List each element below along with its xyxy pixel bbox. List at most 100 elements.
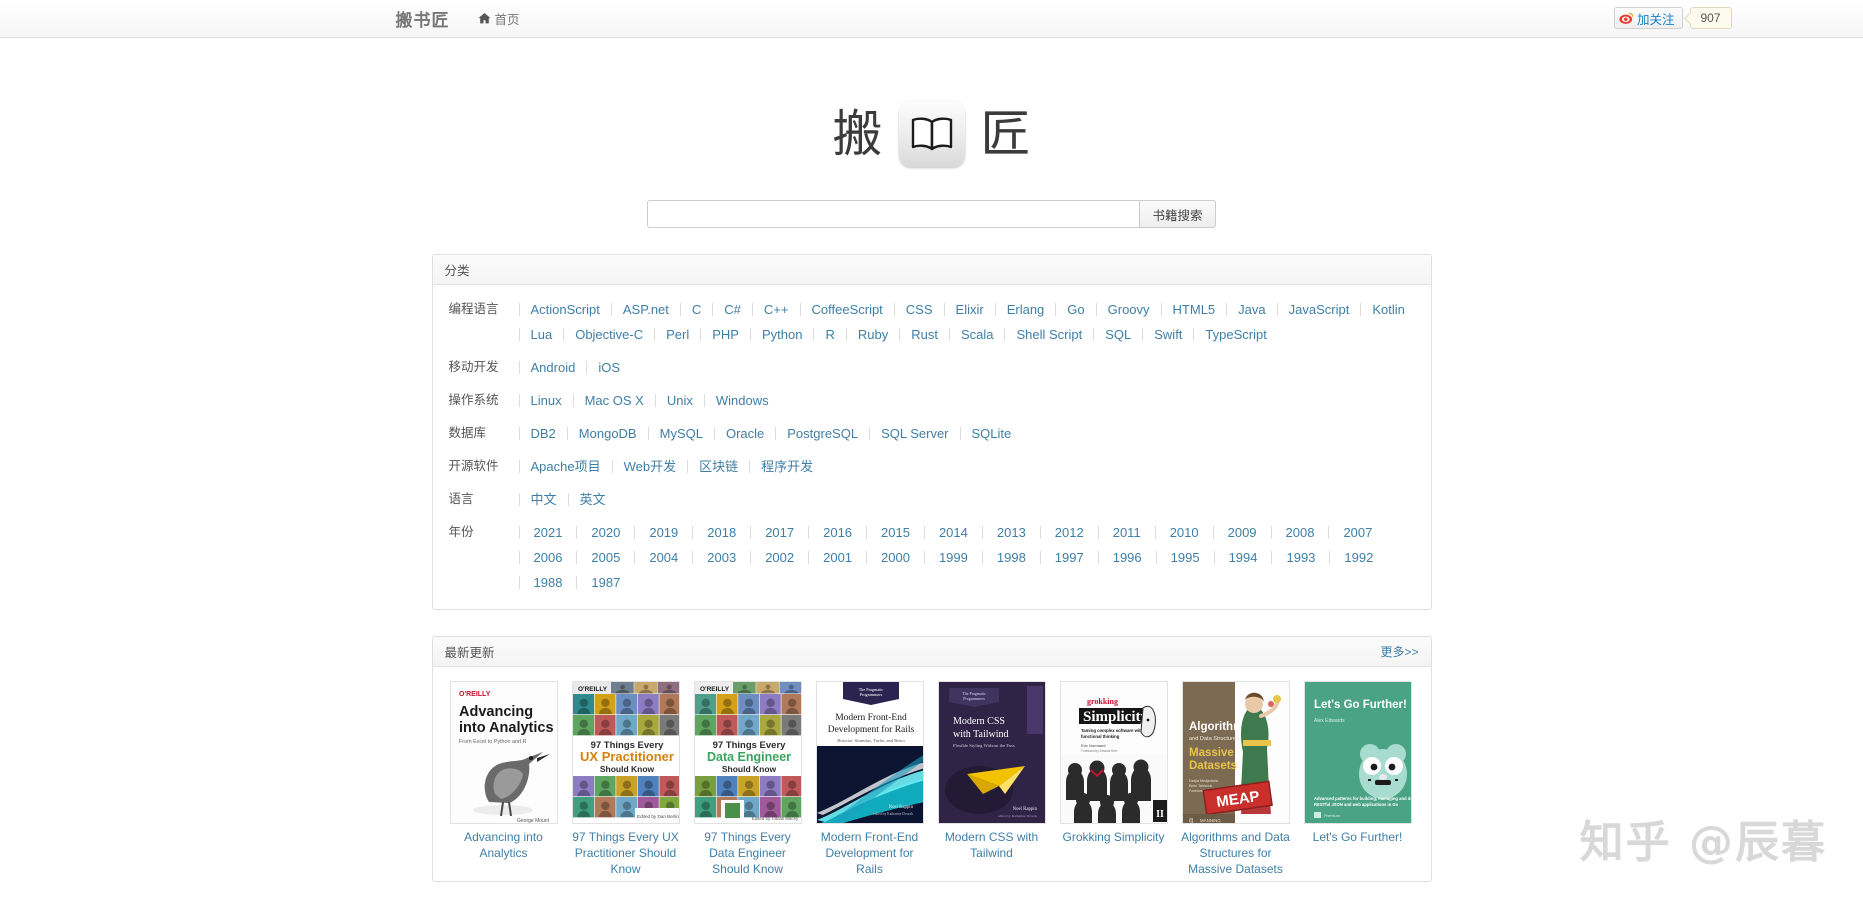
category-item: Lua xyxy=(519,322,564,347)
category-link[interactable]: 2008 xyxy=(1272,520,1329,545)
category-link[interactable]: 2000 xyxy=(867,545,924,570)
nav-item-home[interactable]: 首页 xyxy=(478,9,520,28)
category-link[interactable]: 2017 xyxy=(751,520,808,545)
category-link[interactable]: PHP xyxy=(701,322,750,347)
svg-text:Modern Front-End: Modern Front-End xyxy=(835,713,907,723)
book-item[interactable]: The PragmaticProgrammersModern Front-End… xyxy=(815,681,925,877)
category-link[interactable]: C# xyxy=(713,297,752,322)
category-link[interactable]: iOS xyxy=(587,355,631,380)
category-link[interactable]: Elixir xyxy=(945,297,995,322)
category-link[interactable]: Mac OS X xyxy=(574,388,655,413)
book-item[interactable]: O'REILLY97 Things EveryUX PractitionerSh… xyxy=(571,681,681,877)
category-link[interactable]: 2006 xyxy=(520,545,577,570)
category-link[interactable]: ActionScript xyxy=(520,297,611,322)
follow-button[interactable]: 加关注 xyxy=(1614,7,1683,29)
category-link[interactable]: CoffeeScript xyxy=(801,297,894,322)
book-item[interactable]: O'REILLYAdvancinginto AnalyticsFrom Exce… xyxy=(449,681,559,877)
category-link[interactable]: 1994 xyxy=(1215,545,1272,570)
category-link[interactable]: Java xyxy=(1227,297,1276,322)
category-link[interactable]: 2016 xyxy=(809,520,866,545)
category-link[interactable]: CSS xyxy=(895,297,944,322)
category-link[interactable]: 1988 xyxy=(520,570,577,595)
category-link[interactable]: SQLite xyxy=(961,421,1023,446)
category-link[interactable]: 1993 xyxy=(1272,545,1329,570)
category-link[interactable]: ASP.net xyxy=(612,297,680,322)
category-link[interactable]: Rust xyxy=(900,322,949,347)
search-input[interactable] xyxy=(647,200,1139,228)
category-link[interactable]: 2010 xyxy=(1156,520,1213,545)
category-link[interactable]: Go xyxy=(1056,297,1095,322)
category-link[interactable]: 1999 xyxy=(925,545,982,570)
category-link[interactable]: 2020 xyxy=(577,520,634,545)
category-link[interactable]: SQL xyxy=(1094,322,1142,347)
latest-more-link[interactable]: 更多>> xyxy=(1380,643,1418,660)
category-link[interactable]: JavaScript xyxy=(1278,297,1361,322)
category-link[interactable]: Ruby xyxy=(847,322,899,347)
category-link[interactable]: 2013 xyxy=(983,520,1040,545)
category-link[interactable]: PostgreSQL xyxy=(776,421,869,446)
category-link[interactable]: 2007 xyxy=(1329,520,1386,545)
category-link[interactable]: Objective-C xyxy=(564,322,654,347)
category-link[interactable]: MySQL xyxy=(649,421,714,446)
category-link[interactable]: Lua xyxy=(520,322,564,347)
book-item[interactable]: Algorithmsand Data Structures forMassive… xyxy=(1181,681,1291,877)
category-link[interactable]: Groovy xyxy=(1097,297,1161,322)
category-link[interactable]: Apache项目 xyxy=(520,454,612,479)
category-link[interactable]: 1987 xyxy=(577,570,634,595)
search-button[interactable]: 书籍搜索 xyxy=(1139,200,1215,228)
category-link[interactable]: 1992 xyxy=(1330,545,1387,570)
category-link[interactable]: 中文 xyxy=(520,487,568,512)
category-link[interactable]: 1995 xyxy=(1157,545,1214,570)
category-link[interactable]: 1996 xyxy=(1099,545,1156,570)
category-link[interactable]: 2018 xyxy=(693,520,750,545)
book-item[interactable]: grokkingSimplicityTaming complex softwar… xyxy=(1059,681,1169,877)
category-link[interactable]: HTML5 xyxy=(1162,297,1227,322)
category-link[interactable]: 2001 xyxy=(809,545,866,570)
book-item[interactable]: The PragmaticProgrammersModern CSSwith T… xyxy=(937,681,1047,877)
category-link[interactable]: MongoDB xyxy=(568,421,648,446)
category-link[interactable]: DB2 xyxy=(520,421,567,446)
category-link[interactable]: 2009 xyxy=(1214,520,1271,545)
book-item[interactable]: Let's Go Further!Alex EdwardsAdvanced pa… xyxy=(1303,681,1413,877)
category-link[interactable]: 英文 xyxy=(569,487,617,512)
category-link[interactable]: Android xyxy=(520,355,587,380)
category-link[interactable]: 2011 xyxy=(1099,520,1155,545)
category-link[interactable]: Perl xyxy=(655,322,700,347)
category-link[interactable]: 2015 xyxy=(867,520,924,545)
category-link[interactable]: Windows xyxy=(705,388,780,413)
category-link[interactable]: 2014 xyxy=(925,520,982,545)
site-logo[interactable]: 搬 匠 xyxy=(432,38,1432,186)
category-link[interactable]: SQL Server xyxy=(870,421,959,446)
category-link[interactable]: Swift xyxy=(1143,322,1193,347)
category-item: 2003 xyxy=(692,545,750,570)
category-link[interactable]: Python xyxy=(751,322,813,347)
category-link[interactable]: Scala xyxy=(950,322,1005,347)
category-link[interactable]: 1997 xyxy=(1041,545,1098,570)
category-link[interactable]: C++ xyxy=(753,297,800,322)
category-link[interactable]: Unix xyxy=(656,388,704,413)
category-link[interactable]: 区块链 xyxy=(688,454,749,479)
category-link[interactable]: 2019 xyxy=(635,520,692,545)
category-link[interactable]: 2021 xyxy=(520,520,577,545)
book-item[interactable]: O'REILLY97 Things EveryData EngineerShou… xyxy=(693,681,803,877)
category-item: 2011 xyxy=(1098,520,1155,545)
category-link[interactable]: 2005 xyxy=(577,545,634,570)
category-link[interactable]: 2002 xyxy=(751,545,808,570)
follow-count-badge[interactable]: 907 xyxy=(1690,7,1732,29)
category-link[interactable]: Oracle xyxy=(715,421,775,446)
category-link[interactable]: 2012 xyxy=(1041,520,1098,545)
category-link[interactable]: C xyxy=(681,297,712,322)
category-link[interactable]: 1998 xyxy=(983,545,1040,570)
category-link[interactable]: Erlang xyxy=(996,297,1056,322)
category-link[interactable]: 2004 xyxy=(635,545,692,570)
category-item: 1997 xyxy=(1040,545,1098,570)
site-brand[interactable]: 搬书匠 xyxy=(396,6,450,31)
category-link[interactable]: R xyxy=(814,322,845,347)
category-link[interactable]: Kotlin xyxy=(1361,297,1416,322)
category-link[interactable]: Web开发 xyxy=(613,454,688,479)
category-link[interactable]: 程序开发 xyxy=(750,454,824,479)
category-link[interactable]: TypeScript xyxy=(1194,322,1277,347)
category-link[interactable]: 2003 xyxy=(693,545,750,570)
category-link[interactable]: Linux xyxy=(520,388,573,413)
category-link[interactable]: Shell Script xyxy=(1005,322,1093,347)
